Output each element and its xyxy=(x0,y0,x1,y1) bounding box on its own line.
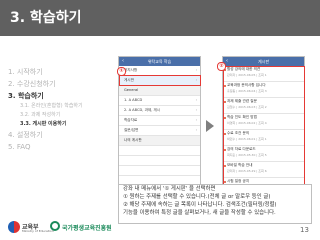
menu-item-label: 나의 게시판 xyxy=(124,138,142,142)
toc-item-settings: 4. 설정하기 xyxy=(8,131,43,139)
menu-item-label: General xyxy=(124,88,139,92)
menu-item-empty xyxy=(119,156,200,166)
toc-item-faq: 5. FAQ xyxy=(8,143,31,151)
toc-item-start: 1. 시작하기 xyxy=(8,68,43,76)
menu-section-my-board: 나의 게시판 xyxy=(119,136,200,146)
menu-item-label: 1. A ABCD xyxy=(124,98,143,102)
menu-item-qna[interactable]: 질문/답변 › xyxy=(119,126,200,136)
arrow-right-icon xyxy=(206,120,214,132)
step-badge-1: ① xyxy=(117,67,126,76)
chevron-right-icon: › xyxy=(195,128,197,132)
toc-sub-online: 3.1. 온라인(혼합형) 학습하기 xyxy=(20,103,83,109)
ministry-logo-subtext: Ministry of Education xyxy=(22,229,54,233)
description-line: 강좌 내 메뉴에서 '① 게시판' 을 선택하면 xyxy=(123,186,216,192)
toc-item-learning: 3. 학습하기 xyxy=(8,92,44,100)
menu-item-empty xyxy=(119,166,200,176)
institute-logo-text: 국가평생교육진흥원 xyxy=(62,225,112,232)
chevron-right-icon: › xyxy=(195,98,197,102)
toc-sub-board: 3.3. 게시판 이용하기 xyxy=(20,121,67,127)
ministry-logo-icon xyxy=(8,221,20,233)
menu-section-general: General xyxy=(119,86,200,96)
toc-item-enroll: 2. 수강신청하기 xyxy=(8,80,56,88)
step-badge-2: ② xyxy=(217,62,226,71)
highlight-box-board xyxy=(119,75,201,86)
menu-item-unit-2[interactable]: 2. A ABCD, 과제, 게시 › xyxy=(119,106,200,116)
app-bar: ‹ 위탁교육 학습 xyxy=(119,57,200,66)
toc-sub-assignment: 3.2. 과제 작성하기 xyxy=(20,112,61,118)
description-line: ② 해당 주제에 속하는 글 목록이 나타납니다. 검색조건(필터링/정렬) xyxy=(123,202,277,208)
back-arrow-icon[interactable]: ‹ xyxy=(122,57,124,66)
app-bar-title: 게시판 xyxy=(257,59,270,64)
title-bar: 3. 학습하기 xyxy=(0,0,320,36)
page-title: 3. 학습하기 xyxy=(10,10,82,26)
description-line: 기능을 이용하여 특정 글을 살펴보거나, 새 글을 작성할 수 있습니다. xyxy=(123,210,276,216)
menu-item-label: 학습자료 xyxy=(124,118,138,122)
menu-item-label: 2. A ABCD, 과제, 게시 xyxy=(124,108,161,112)
menu-item-label: 질문/답변 xyxy=(124,128,139,132)
description-line: ① 원하는 주제를 선택할 수 있습니다.(전체 글 or 말로우 등인 글) xyxy=(123,194,271,200)
description-box: 강좌 내 메뉴에서 '① 게시판' 을 선택하면 ① 원하는 주제를 선택할 수… xyxy=(118,184,312,224)
menu-item-materials[interactable]: 학습자료 › xyxy=(119,116,200,126)
page-number: 13 xyxy=(300,226,309,234)
chevron-right-icon: › xyxy=(195,118,197,122)
table-of-contents: 1. 시작하기 2. 수강신청하기 3. 학습하기 3.1. 온라인(혼합형) … xyxy=(8,66,98,153)
chevron-right-icon: › xyxy=(195,108,197,112)
back-arrow-icon[interactable]: ‹ xyxy=(226,57,228,66)
chevron-right-icon: › xyxy=(195,68,197,72)
app-bar: ‹ 게시판 xyxy=(223,57,304,66)
menu-item-empty xyxy=(119,146,200,156)
app-bar-title: 위탁교육 학습 xyxy=(147,59,172,64)
menu-item-unit-1[interactable]: 1. A ABCD › xyxy=(119,96,200,106)
highlight-box-post-list xyxy=(223,66,305,196)
institute-logo-icon xyxy=(50,221,60,231)
